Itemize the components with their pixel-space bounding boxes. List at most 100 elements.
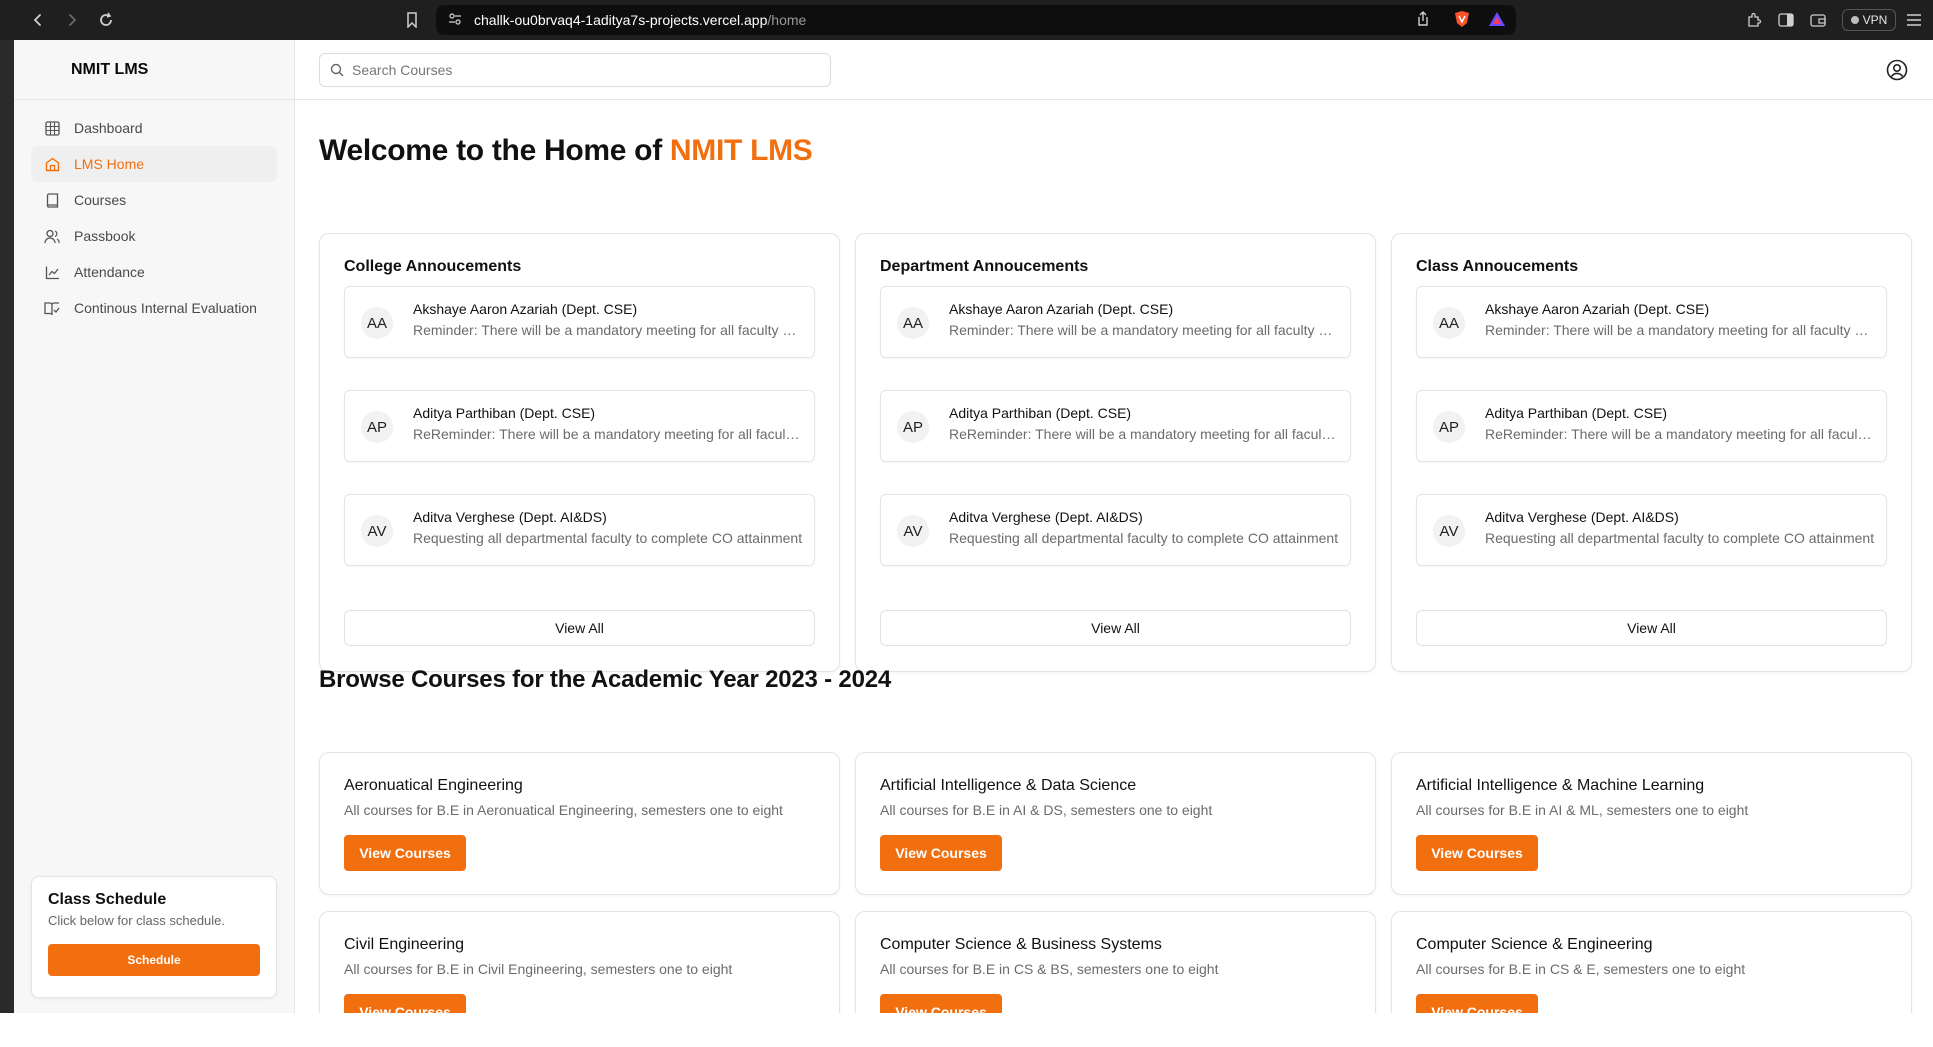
announcement-item[interactable]: AP Aditya Parthiban (Dept. CSE) ReRemind… (1416, 390, 1887, 462)
course-title: Aeronuatical Engineering (344, 777, 523, 794)
announcement-item[interactable]: AP Aditya Parthiban (Dept. CSE) ReRemind… (344, 390, 815, 462)
announcement-item[interactable]: AA Akshaye Aaron Azariah (Dept. CSE) Rem… (344, 286, 815, 358)
view-courses-button[interactable]: View Courses (880, 835, 1002, 871)
sidebar-item-label: Passbook (74, 228, 136, 244)
sidebar-item-lms-home[interactable]: LMS Home (31, 146, 277, 182)
announcement-author: Aditva Verghese (Dept. AI&DS) (949, 509, 1143, 525)
page-title-accent: NMIT LMS (669, 134, 813, 167)
course-description: All courses for B.E in CS & E, semesters… (1416, 961, 1746, 977)
brand-title[interactable]: NMIT LMS (14, 40, 294, 100)
page-title: Welcome to the Home of NMIT LMS (319, 134, 813, 168)
vpn-status-dot (1850, 16, 1859, 24)
sidebar-item-cie[interactable]: Continous Internal Evaluation (31, 290, 277, 326)
announcement-message: ReReminder: There will be a mandatory me… (1485, 426, 1875, 442)
announcement-author: Aditva Verghese (Dept. AI&DS) (413, 509, 607, 525)
browser-toolbar: challk-ou0brvaq4-1aditya7s-projects.verc… (0, 0, 1933, 40)
menu-icon[interactable] (1902, 8, 1926, 32)
sidebar-item-attendance[interactable]: Attendance (31, 254, 277, 290)
announcement-author: Aditya Parthiban (Dept. CSE) (949, 405, 1132, 421)
back-icon[interactable] (26, 8, 50, 32)
book-icon (43, 191, 61, 209)
avatar: AP (1433, 411, 1465, 443)
address-bar[interactable]: challk-ou0brvaq4-1aditya7s-projects.verc… (436, 5, 1516, 35)
announcement-message: Reminder: There will be a mandatory meet… (1485, 322, 1875, 338)
announcement-item[interactable]: AV Aditva Verghese (Dept. AI&DS) Request… (344, 494, 815, 566)
announcement-author: Aditya Parthiban (Dept. CSE) (413, 405, 596, 421)
card-title: College Annoucements (344, 258, 522, 275)
sidebar-item-dashboard[interactable]: Dashboard (31, 110, 277, 146)
line-chart-icon (43, 263, 61, 281)
course-card: Artificial Intelligence & Data Science A… (855, 752, 1376, 895)
forward-icon[interactable] (60, 8, 84, 32)
announcement-author: Aditya Parthiban (Dept. CSE) (1485, 405, 1668, 421)
home-icon (43, 155, 61, 173)
announcement-author: Akshaye Aaron Azariah (Dept. CSE) (949, 301, 1174, 317)
book-open-icon (43, 299, 61, 317)
brave-shield-icon[interactable] (1454, 10, 1470, 33)
view-all-button[interactable]: View All (880, 610, 1351, 646)
view-all-button[interactable]: View All (1416, 610, 1887, 646)
view-all-button[interactable]: View All (344, 610, 815, 646)
course-title: Civil Engineering (344, 936, 465, 953)
announcement-message: Reminder: There will be a mandatory meet… (949, 322, 1339, 338)
course-description: All courses for B.E in Aeronuatical Engi… (344, 802, 783, 818)
view-courses-button[interactable]: View Courses (1416, 835, 1538, 871)
card-title: Class Annoucements (1416, 258, 1579, 275)
vpn-button[interactable]: VPN (1842, 9, 1896, 31)
desktop-background (0, 40, 14, 1047)
lms-app: NMIT LMS Dashboard LMS Home Courses Pass… (14, 40, 1933, 1047)
url-host: challk-ou0brvaq4-1aditya7s-projects.verc… (474, 12, 768, 28)
announcement-item[interactable]: AA Akshaye Aaron Azariah (Dept. CSE) Rem… (880, 286, 1351, 358)
extensions-icon[interactable] (1742, 8, 1766, 32)
sidebar-item-label: Attendance (74, 264, 145, 280)
announcement-message: Requesting all departmental faculty to c… (949, 530, 1339, 546)
reload-icon[interactable] (94, 8, 118, 32)
url-text: challk-ou0brvaq4-1aditya7s-projects.verc… (474, 12, 806, 28)
sidebar-item-label: Courses (74, 192, 127, 208)
avatar: AA (1433, 307, 1465, 339)
avatar: AP (361, 411, 393, 443)
sidebar-item-courses[interactable]: Courses (31, 182, 277, 218)
grid-icon (43, 119, 61, 137)
announcement-message: ReReminder: There will be a mandatory me… (413, 426, 803, 442)
avatar: AV (897, 515, 929, 547)
vpn-label: VPN (1862, 13, 1888, 27)
sidebar-toggle-icon[interactable] (1774, 8, 1798, 32)
course-card: Artificial Intelligence & Machine Learni… (1391, 752, 1912, 895)
course-description: All courses for B.E in AI & DS, semester… (880, 802, 1213, 818)
search-input[interactable] (352, 62, 812, 78)
bookmark-icon[interactable] (400, 8, 424, 32)
avatar: AP (897, 411, 929, 443)
page-title-prefix: Welcome to the Home of (319, 134, 670, 167)
college-announcements-card: College Annoucements AA Akshaye Aaron Az… (319, 233, 840, 672)
course-description: All courses for B.E in CS & BS, semester… (880, 961, 1219, 977)
search-icon (330, 63, 344, 77)
card-title: Department Annoucements (880, 258, 1089, 275)
course-title: Computer Science & Business Systems (880, 936, 1162, 953)
announcement-item[interactable]: AV Aditva Verghese (Dept. AI&DS) Request… (880, 494, 1351, 566)
course-description: All courses for B.E in Civil Engineering… (344, 961, 733, 977)
schedule-button[interactable]: Schedule (48, 944, 260, 976)
avatar: AA (897, 307, 929, 339)
announcement-message: Requesting all departmental faculty to c… (413, 530, 803, 546)
view-courses-button[interactable]: View Courses (344, 835, 466, 871)
user-account-icon[interactable] (1883, 56, 1911, 84)
announcement-item[interactable]: AA Akshaye Aaron Azariah (Dept. CSE) Rem… (1416, 286, 1887, 358)
announcement-message: Requesting all departmental faculty to c… (1485, 530, 1875, 546)
announcement-author: Aditva Verghese (Dept. AI&DS) (1485, 509, 1679, 525)
sidebar-nav: Dashboard LMS Home Courses Passbook Atte… (14, 100, 294, 336)
sidebar-item-label: Dashboard (74, 120, 143, 136)
schedule-title: Class Schedule (48, 891, 167, 908)
avatar: AA (361, 307, 393, 339)
course-description: All courses for B.E in AI & ML, semester… (1416, 802, 1749, 818)
site-info-icon[interactable] (448, 12, 462, 31)
share-icon[interactable] (1416, 11, 1430, 32)
announcement-item[interactable]: AV Aditva Verghese (Dept. AI&DS) Request… (1416, 494, 1887, 566)
announcement-item[interactable]: AP Aditya Parthiban (Dept. CSE) ReRemind… (880, 390, 1351, 462)
rewards-icon[interactable] (1488, 11, 1506, 32)
wallet-icon[interactable] (1806, 8, 1830, 32)
topbar (295, 40, 1933, 100)
course-title: Artificial Intelligence & Data Science (880, 777, 1137, 794)
sidebar-item-passbook[interactable]: Passbook (31, 218, 277, 254)
search-box[interactable] (319, 53, 831, 87)
